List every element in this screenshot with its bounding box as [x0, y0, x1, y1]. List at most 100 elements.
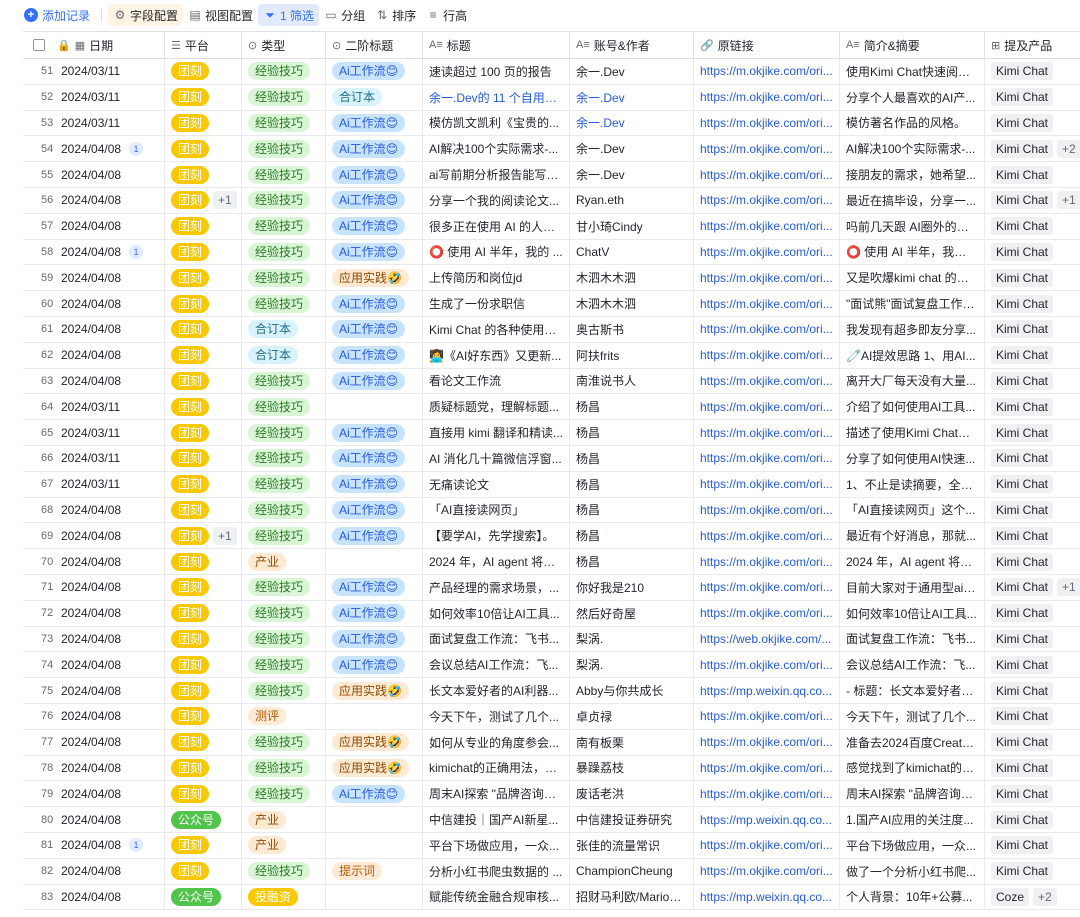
- cell-subtitle[interactable]: Ai工作流😊: [326, 213, 423, 239]
- field-config-button[interactable]: ⚙ 字段配置: [108, 4, 184, 26]
- sort-button[interactable]: ⇅ 排序: [370, 4, 421, 26]
- cell-author[interactable]: 余一.Dev: [570, 136, 694, 162]
- cell-type[interactable]: 经验技巧: [242, 729, 326, 755]
- link-text[interactable]: https://m.okjike.com/ori...: [700, 219, 833, 233]
- cell-product[interactable]: Kimi Chat: [985, 601, 1080, 626]
- cell-title[interactable]: 赋能传统金融合规审核...: [423, 884, 570, 910]
- table-row[interactable]: 75 2024/04/08 团刻 经验技巧 应用实践🤣 长文本爱好者的AI利器... Abb…: [23, 678, 1080, 704]
- link-text[interactable]: https://m.okjike.com/ori...: [700, 142, 833, 156]
- cell-product[interactable]: Kimi Chat: [985, 756, 1080, 781]
- comment-count-badge[interactable]: 1: [129, 244, 144, 259]
- cell-author[interactable]: 余一.Dev: [570, 84, 694, 110]
- cell-summary[interactable]: 如何效率10倍让AI工具...: [840, 600, 985, 626]
- cell-title[interactable]: 2024 年，AI agent 将如...: [423, 549, 570, 574]
- link-text[interactable]: https://m.okjike.com/ori...: [700, 374, 833, 388]
- cell-date[interactable]: 66 2024/03/11: [23, 445, 165, 471]
- cell-date[interactable]: 64 2024/03/11: [23, 394, 165, 420]
- cell-platform[interactable]: 团刻: [165, 445, 242, 471]
- table-row[interactable]: 80 2024/04/08 公众号 产业 中信建投｜国产AI新星... 中信建投证券研究 h…: [23, 807, 1080, 833]
- table-row[interactable]: 62 2024/04/08 团刻 合订本 Ai工作流😊 👩‍💻《AI好东西》又更新... 阿…: [23, 342, 1080, 369]
- cell-type[interactable]: 经验技巧: [242, 162, 326, 187]
- cell-summary[interactable]: 今天下午，测试了几个...: [840, 703, 985, 729]
- cell-platform[interactable]: 团刻: [165, 549, 242, 574]
- cell-product[interactable]: Kimi Chat: [985, 859, 1080, 884]
- cell-product[interactable]: Kimi Chat: [985, 678, 1080, 703]
- cell-link[interactable]: https://m.okjike.com/ori...: [694, 703, 840, 729]
- cell-title[interactable]: 如何效率10倍让AI工具...: [423, 600, 570, 626]
- cell-author[interactable]: 中信建投证券研究: [570, 807, 694, 832]
- cell-date[interactable]: 69 2024/04/08: [23, 523, 165, 549]
- link-text[interactable]: https://mp.weixin.qq.co...: [700, 684, 833, 698]
- cell-subtitle[interactable]: [326, 703, 423, 729]
- cell-link[interactable]: https://mp.weixin.qq.co...: [694, 678, 840, 703]
- cell-title[interactable]: 余一.Dev的 11 个自用最...: [423, 84, 570, 110]
- cell-product[interactable]: Kimi Chat +1: [985, 188, 1080, 213]
- cell-product[interactable]: Kimi Chat: [985, 265, 1080, 290]
- cell-product[interactable]: Kimi Chat: [985, 343, 1080, 368]
- link-text[interactable]: https://m.okjike.com/ori...: [700, 787, 833, 801]
- cell-date[interactable]: 61 2024/04/08: [23, 316, 165, 342]
- link-text[interactable]: https://web.okjike.com/...: [700, 632, 833, 646]
- cell-type[interactable]: 经验技巧: [242, 858, 326, 884]
- cell-summary[interactable]: 个人背景：10年+公募...: [840, 884, 985, 910]
- cell-link[interactable]: https://m.okjike.com/ori...: [694, 497, 840, 523]
- cell-date[interactable]: 63 2024/04/08: [23, 368, 165, 394]
- cell-product[interactable]: Kimi Chat: [985, 704, 1080, 729]
- cell-author[interactable]: 张佳的流量常识: [570, 832, 694, 858]
- cell-product[interactable]: Kimi Chat: [985, 652, 1080, 677]
- table-row[interactable]: 64 2024/03/11 团刻 经验技巧 质疑标题党，理解标题... 杨昌 https:/…: [23, 394, 1080, 421]
- table-row[interactable]: 72 2024/04/08 团刻 经验技巧 Ai工作流😊 如何效率10倍让AI工具... 然…: [23, 600, 1080, 627]
- cell-link[interactable]: https://m.okjike.com/ori...: [694, 600, 840, 626]
- cell-author[interactable]: 杨昌: [570, 420, 694, 445]
- cell-platform[interactable]: 团刻: [165, 291, 242, 316]
- cell-type[interactable]: 合订本: [242, 316, 326, 342]
- cell-product[interactable]: Kimi Chat: [985, 781, 1080, 806]
- cell-platform[interactable]: 团刻: [165, 265, 242, 291]
- cell-link[interactable]: https://m.okjike.com/ori...: [694, 652, 840, 678]
- cell-link[interactable]: https://m.okjike.com/ori...: [694, 162, 840, 187]
- cell-platform[interactable]: 团刻: [165, 162, 242, 187]
- link-text[interactable]: https://m.okjike.com/ori...: [700, 580, 833, 594]
- cell-title[interactable]: 【要学AI，先学搜索】。: [423, 523, 570, 549]
- cell-author[interactable]: Abby与你共成长: [570, 678, 694, 703]
- link-text[interactable]: https://m.okjike.com/ori...: [700, 297, 833, 311]
- cell-author[interactable]: 木泗木木泗: [570, 291, 694, 316]
- cell-title[interactable]: 👩‍💻《AI好东西》又更新...: [423, 342, 570, 368]
- table-row[interactable]: 56 2024/04/08 团刻 +1 经验技巧 Ai工作流😊 分享一个我的阅读论文... R…: [23, 187, 1080, 214]
- cell-author[interactable]: Ryan.eth: [570, 187, 694, 213]
- table-row[interactable]: 67 2024/03/11 团刻 经验技巧 Ai工作流😊 无痛读论文 杨昌 https://m…: [23, 471, 1080, 498]
- cell-type[interactable]: 合订本: [242, 342, 326, 368]
- cell-summary[interactable]: AI解决100个实际需求-...: [840, 136, 985, 162]
- cell-platform[interactable]: 团刻: [165, 110, 242, 136]
- cell-author[interactable]: 杨昌: [570, 549, 694, 574]
- cell-link[interactable]: https://m.okjike.com/ori...: [694, 781, 840, 807]
- cell-platform[interactable]: 团刻: [165, 239, 242, 265]
- cell-type[interactable]: 经验技巧: [242, 678, 326, 703]
- cell-product[interactable]: Kimi Chat: [985, 472, 1080, 497]
- cell-subtitle[interactable]: Ai工作流😊: [326, 110, 423, 136]
- cell-summary[interactable]: 又是吹爆kimi chat 的一...: [840, 265, 985, 291]
- add-record-button[interactable]: + 添加记录: [24, 4, 95, 26]
- link-text[interactable]: https://m.okjike.com/ori...: [700, 761, 833, 775]
- cell-summary[interactable]: 1、不止是读摘要，全文...: [840, 471, 985, 497]
- cell-type[interactable]: 经验技巧: [242, 265, 326, 291]
- cell-product[interactable]: Coze +2: [985, 885, 1080, 910]
- cell-date[interactable]: 73 2024/04/08: [23, 626, 165, 652]
- cell-title[interactable]: 产品经理的需求场景，...: [423, 574, 570, 600]
- cell-date[interactable]: 74 2024/04/08: [23, 652, 165, 678]
- cell-subtitle[interactable]: [326, 549, 423, 574]
- cell-type[interactable]: 经验技巧: [242, 600, 326, 626]
- cell-title[interactable]: 如何从专业的角度参会...: [423, 729, 570, 755]
- cell-product[interactable]: Kimi Chat: [985, 111, 1080, 136]
- table-row[interactable]: 63 2024/04/08 团刻 经验技巧 Ai工作流😊 看论文工作流 南淮说书人 https…: [23, 368, 1080, 395]
- cell-summary[interactable]: 描述了使用Kimi Chat翻...: [840, 420, 985, 445]
- cell-title[interactable]: 分析小红书爬虫数据的 ...: [423, 858, 570, 884]
- cell-summary[interactable]: 吗前几天跟 AI圈外的两...: [840, 213, 985, 239]
- cell-platform[interactable]: 团刻: [165, 394, 242, 420]
- cell-platform[interactable]: 团刻: [165, 652, 242, 678]
- table-row[interactable]: 74 2024/04/08 团刻 经验技巧 Ai工作流😊 会议总结AI工作流：飞... 梨涡…: [23, 652, 1080, 679]
- table-row[interactable]: 70 2024/04/08 团刻 产业 2024 年，AI agent 将如... 杨昌 h…: [23, 549, 1080, 575]
- cell-platform[interactable]: 团刻: [165, 59, 242, 84]
- table-row[interactable]: 82 2024/04/08 团刻 经验技巧 提示词 分析小红书爬虫数据的 ... Champ…: [23, 858, 1080, 885]
- cell-title[interactable]: 平台下场做应用，一众...: [423, 832, 570, 858]
